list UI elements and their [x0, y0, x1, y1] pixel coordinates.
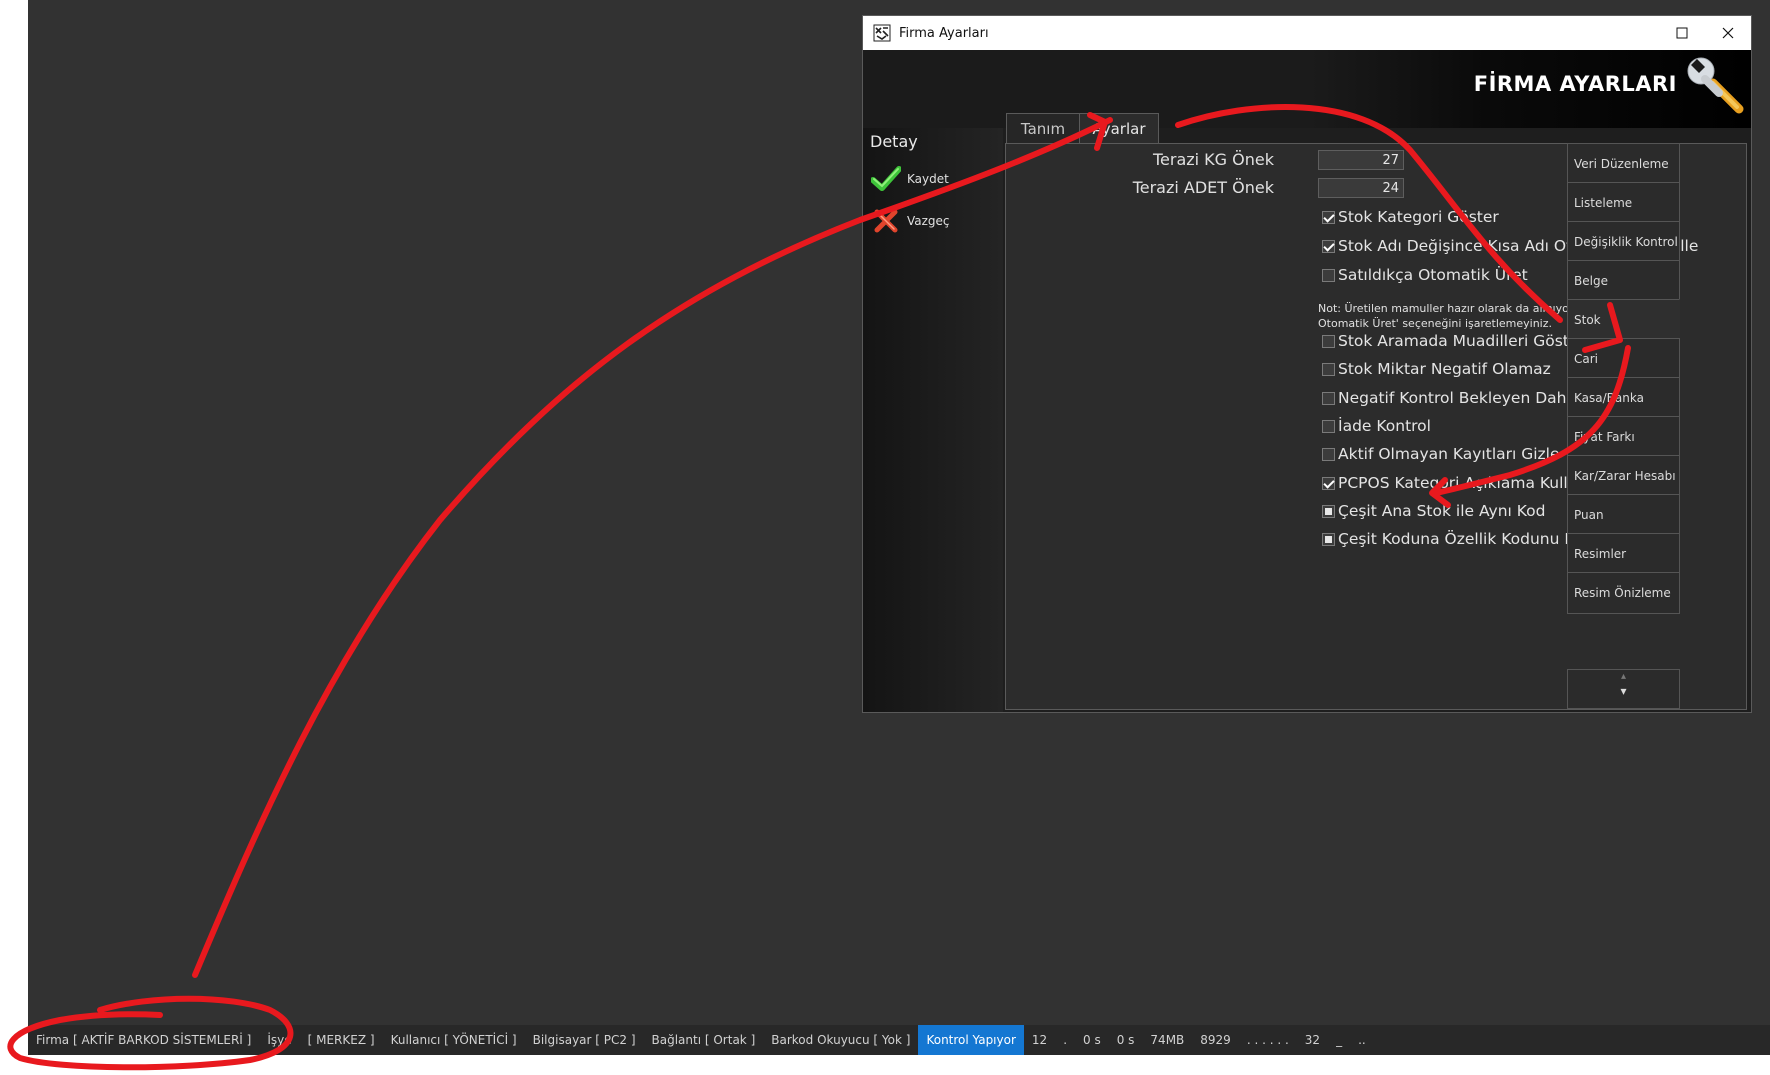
status-isyeri[interactable]: İşye — [259, 1025, 299, 1055]
status-kontrol[interactable]: Kontrol Yapıyor — [918, 1025, 1024, 1055]
checkbox-row[interactable]: Stok Miktar Negatif Olamaz — [1322, 360, 1551, 378]
checkbox-row[interactable]: Satıldıkça Otomatik Üret — [1322, 266, 1528, 284]
app-icon — [873, 24, 891, 42]
cancel-button[interactable]: Vazgeç — [871, 208, 950, 234]
nav-item-degisiklik-kontrol[interactable]: Değişiklik Kontrol — [1567, 221, 1680, 263]
checkbox[interactable] — [1322, 504, 1335, 518]
checkbox-label: Stok Miktar Negatif Olamaz — [1338, 360, 1551, 378]
terazi-adet-input[interactable] — [1318, 178, 1404, 198]
checkbox-label: Stok Aramada Muadilleri Göster — [1338, 332, 1585, 350]
nav-item-cari[interactable]: Cari — [1567, 338, 1680, 380]
status-value: .. — [1358, 1033, 1366, 1047]
nav-item-kasa-banka[interactable]: Kasa/Banka — [1567, 377, 1680, 419]
detail-heading: Detay — [870, 132, 918, 151]
status-kullanici[interactable]: Kullanıcı [ YÖNETİCİ ] — [383, 1025, 525, 1055]
checkbox[interactable] — [1322, 210, 1335, 224]
terazi-kg-input[interactable] — [1318, 150, 1404, 170]
window-title: Firma Ayarları — [899, 25, 989, 41]
status-firma[interactable]: Firma [ AKTİF BARKOD SİSTEMLERİ ] — [28, 1025, 259, 1055]
status-merkez[interactable]: [ MERKEZ ] — [300, 1025, 383, 1055]
maximize-icon — [1676, 27, 1688, 39]
status-value: 8929 — [1200, 1033, 1231, 1047]
nav-item-fiyat-farki[interactable]: Fiyat Farkı — [1567, 416, 1680, 458]
nav-item-resim-onizleme[interactable]: Resim Önizleme — [1567, 572, 1680, 614]
checkmark-icon — [871, 166, 901, 191]
checkbox-row[interactable]: Stok Kategori Göster — [1322, 208, 1499, 226]
detail-panel: Detay Kaydet Vazgeç — [863, 128, 1003, 712]
status-value: 32 — [1304, 1033, 1321, 1047]
checkbox-label: Satıldıkça Otomatik Üret — [1338, 266, 1528, 284]
close-button[interactable] — [1705, 16, 1751, 50]
save-label: Kaydet — [907, 172, 949, 186]
nav-scroller[interactable]: ▴ ▾ — [1567, 669, 1680, 709]
checkbox-label: Çeşit Ana Stok ile Aynı Kod — [1338, 502, 1546, 520]
checkbox[interactable] — [1322, 239, 1335, 253]
tab-tanim[interactable]: Tanım — [1006, 113, 1080, 143]
status-bar: Firma [ AKTİF BARKOD SİSTEMLERİ ] İşye [… — [28, 1025, 1770, 1055]
checkbox-label: İade Kontrol — [1338, 417, 1431, 435]
nav-item-puan[interactable]: Puan — [1567, 494, 1680, 536]
checkbox-label: Stok Kategori Göster — [1338, 208, 1499, 226]
status-value: . . . . . . — [1246, 1033, 1289, 1047]
checkbox-row[interactable]: Çeşit Ana Stok ile Aynı Kod — [1322, 502, 1545, 520]
wrench-icon — [1687, 57, 1744, 114]
maximize-button[interactable] — [1659, 16, 1705, 50]
settings-form: Terazi KG Önek Terazi ADET Önek Stok Kat… — [1010, 148, 1698, 704]
settings-nav: Veri Düzenleme Listeleme Değişiklik Kont… — [1567, 143, 1747, 710]
nav-item-listeleme[interactable]: Listeleme — [1567, 182, 1680, 224]
nav-item-belge[interactable]: Belge — [1567, 260, 1680, 302]
terazi-adet-label: Terazi ADET Önek — [1132, 178, 1274, 197]
status-value: . — [1063, 1033, 1068, 1047]
checkbox-row[interactable]: Negatif Kontrol Bekleyen Dahil — [1322, 389, 1575, 407]
close-icon — [1722, 27, 1734, 39]
nav-item-kar-zarar[interactable]: Kar/Zarar Hesabı — [1567, 455, 1680, 497]
checkbox-label: PCPOS Kategori Açıklama Kullan — [1338, 474, 1588, 492]
status-value: 12 — [1031, 1033, 1048, 1047]
status-value: _ — [1336, 1033, 1343, 1047]
firma-ayarlari-window: Firma Ayarları FİRMA AYARLARI Detay Kayd… — [862, 15, 1752, 713]
checkbox-row[interactable]: Stok Aramada Muadilleri Göster — [1322, 332, 1585, 350]
checkbox-row[interactable]: PCPOS Kategori Açıklama Kullan — [1322, 474, 1587, 492]
cross-icon — [874, 209, 898, 233]
checkbox[interactable] — [1322, 476, 1335, 490]
nav-item-stok[interactable]: Stok — [1567, 299, 1680, 341]
checkbox-row[interactable]: İade Kontrol — [1322, 417, 1431, 435]
window-banner: FİRMA AYARLARI — [863, 50, 1751, 128]
checkbox-row[interactable]: Çeşit Koduna Özellik Kodunu Ekle — [1322, 530, 1597, 548]
nav-item-resimler[interactable]: Resimler — [1567, 533, 1680, 575]
scroll-up-icon[interactable]: ▴ — [1568, 670, 1679, 684]
checkbox-label: Aktif Olmayan Kayıtları Gizle — [1338, 445, 1560, 463]
status-value: 0 s — [1116, 1033, 1135, 1047]
checkbox[interactable] — [1322, 447, 1335, 461]
cancel-label: Vazgeç — [907, 214, 950, 228]
checkbox[interactable] — [1322, 362, 1335, 376]
status-memory: 74MB — [1150, 1033, 1185, 1047]
banner-title: FİRMA AYARLARI — [1473, 72, 1677, 96]
scroll-down-icon[interactable]: ▾ — [1568, 684, 1679, 698]
status-value: 0 s — [1083, 1033, 1101, 1047]
tab-ayarlar[interactable]: Ayarlar — [1079, 113, 1159, 144]
terazi-kg-label: Terazi KG Önek — [1152, 150, 1274, 169]
checkbox-label: Çeşit Koduna Özellik Kodunu Ekle — [1338, 530, 1597, 548]
save-button[interactable]: Kaydet — [871, 166, 949, 192]
status-barkod-okuyucu[interactable]: Barkod Okuyucu [ Yok ] — [763, 1025, 918, 1055]
checkbox[interactable] — [1322, 391, 1335, 405]
checkbox[interactable] — [1322, 419, 1335, 433]
checkbox-row[interactable]: Aktif Olmayan Kayıtları Gizle — [1322, 445, 1560, 463]
window-titlebar[interactable]: Firma Ayarları — [863, 16, 1751, 50]
checkbox-label: Negatif Kontrol Bekleyen Dahil — [1338, 389, 1576, 407]
checkbox[interactable] — [1322, 532, 1335, 546]
status-bilgisayar[interactable]: Bilgisayar [ PC2 ] — [525, 1025, 644, 1055]
checkbox[interactable] — [1322, 334, 1335, 348]
checkbox[interactable] — [1322, 268, 1335, 282]
status-baglanti[interactable]: Bağlantı [ Ortak ] — [644, 1025, 764, 1055]
nav-item-veri-duzenleme[interactable]: Veri Düzenleme — [1567, 143, 1680, 185]
